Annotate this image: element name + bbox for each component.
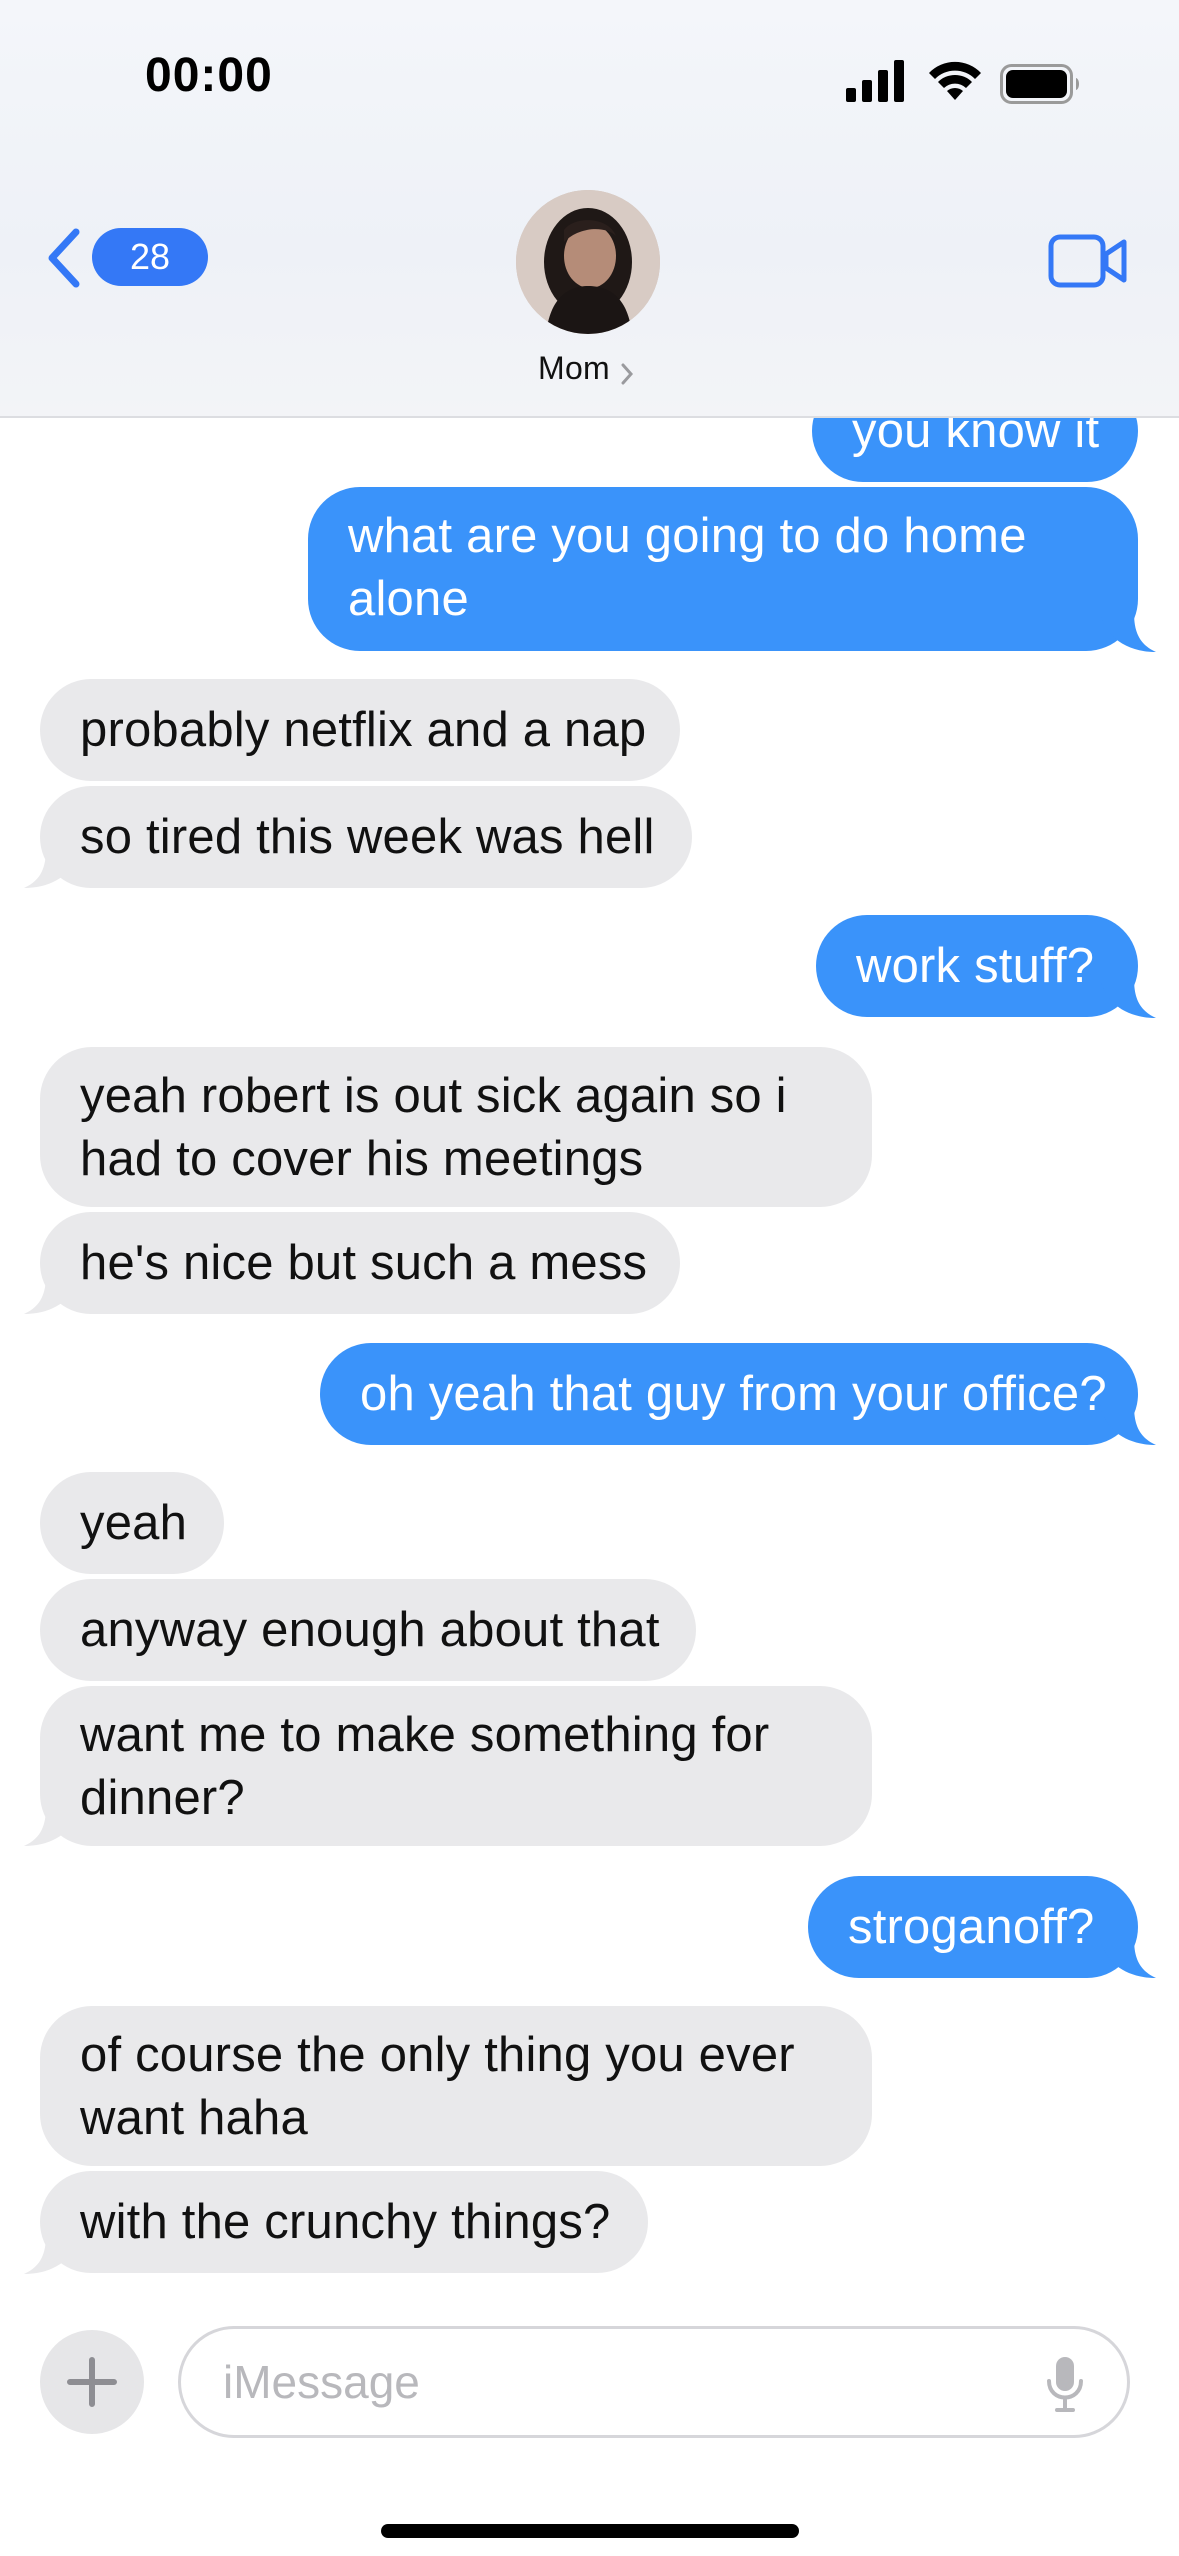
- message-text: work stuff?: [856, 938, 1095, 993]
- message-text: probably netflix and a nap: [80, 702, 647, 757]
- message-input[interactable]: iMessage: [178, 2326, 1130, 2438]
- compose-bar: iMessage: [0, 2300, 1179, 2556]
- message-text-line: dinner?: [80, 1771, 245, 1825]
- contact-name[interactable]: Mom: [538, 350, 610, 387]
- message-bubble-incoming[interactable]: yeah: [40, 1472, 224, 1574]
- message-text: he's nice but such a mess: [80, 1235, 648, 1290]
- message-text: stroganoff?: [848, 1899, 1095, 1954]
- message-text-line: want haha: [80, 2091, 308, 2145]
- wifi-icon: [929, 61, 981, 100]
- bubble-tail-incoming: [24, 848, 80, 888]
- message-bubble-incoming[interactable]: yeah robert is out sick again so i had t…: [40, 1047, 872, 1207]
- plus-icon: [67, 2357, 117, 2407]
- message-bubble-incoming[interactable]: of course the only thing you ever want h…: [40, 2006, 872, 2166]
- message-text-line: what are you going to do home: [348, 509, 1027, 563]
- bubble-tail-outgoing: [1100, 1938, 1156, 1978]
- contact-avatar[interactable]: [516, 190, 660, 334]
- battery-icon: [1000, 64, 1079, 104]
- message-text-line: had to cover his meetings: [80, 1132, 644, 1186]
- add-attachment-button[interactable]: [40, 2330, 144, 2434]
- chevron-left-icon: [48, 228, 80, 288]
- message-bubble-incoming[interactable]: so tired this week was hell: [40, 786, 692, 888]
- bubble-tail-outgoing: [1100, 612, 1156, 652]
- bubble-tail-outgoing: [1100, 1405, 1156, 1445]
- message-text: anyway enough about that: [80, 1602, 660, 1657]
- message-text-line: of course the only thing you ever: [80, 2028, 795, 2082]
- message-bubble-incoming[interactable]: anyway enough about that: [40, 1579, 696, 1681]
- message-bubble-incoming[interactable]: want me to make something for dinner?: [40, 1686, 872, 1846]
- message-input-placeholder: iMessage: [223, 2356, 420, 2408]
- avatar-portrait-image: [516, 190, 660, 334]
- bubble-tail-outgoing: [1100, 978, 1156, 1018]
- message-text: yeah: [80, 1495, 188, 1550]
- message-bubble-incoming[interactable]: with the crunchy things?: [40, 2171, 648, 2273]
- message-text: with the crunchy things?: [80, 2194, 611, 2249]
- message-text-line: alone: [348, 572, 469, 626]
- back-button[interactable]: 28: [44, 222, 208, 292]
- message-text: oh yeah that guy from your office?: [360, 1366, 1107, 1421]
- message-bubble-outgoing[interactable]: stroganoff?: [808, 1876, 1138, 1978]
- message-bubble-outgoing[interactable]: what are you going to do home alone: [308, 487, 1138, 651]
- message-bubble-outgoing[interactable]: oh yeah that guy from your office?: [320, 1343, 1138, 1445]
- message-text: so tired this week was hell: [80, 809, 655, 864]
- message-bubble-outgoing[interactable]: work stuff?: [816, 915, 1138, 1017]
- bubble-tail-incoming: [24, 1806, 80, 1846]
- bubble-tail-incoming: [24, 2234, 80, 2274]
- message-bubble-incoming[interactable]: probably netflix and a nap: [40, 679, 680, 781]
- video-camera-icon[interactable]: [1048, 234, 1128, 288]
- bubble-tail-incoming: [24, 1274, 80, 1314]
- messages-screen: you know it what are you going to do hom…: [0, 0, 1179, 2556]
- cellular-signal-icon: [846, 60, 904, 102]
- unread-count-badge: 28: [92, 228, 208, 286]
- status-bar-time: 00:00: [145, 49, 273, 102]
- conversation-header: 00:00 28 Mom: [0, 0, 1179, 418]
- microphone-icon[interactable]: [1045, 2355, 1085, 2413]
- message-bubble-incoming[interactable]: he's nice but such a mess: [40, 1212, 680, 1314]
- home-indicator[interactable]: [381, 2524, 799, 2538]
- chevron-right-icon: [621, 363, 634, 385]
- message-text-line: want me to make something for: [80, 1708, 770, 1762]
- message-text-line: yeah robert is out sick again so i: [80, 1069, 787, 1123]
